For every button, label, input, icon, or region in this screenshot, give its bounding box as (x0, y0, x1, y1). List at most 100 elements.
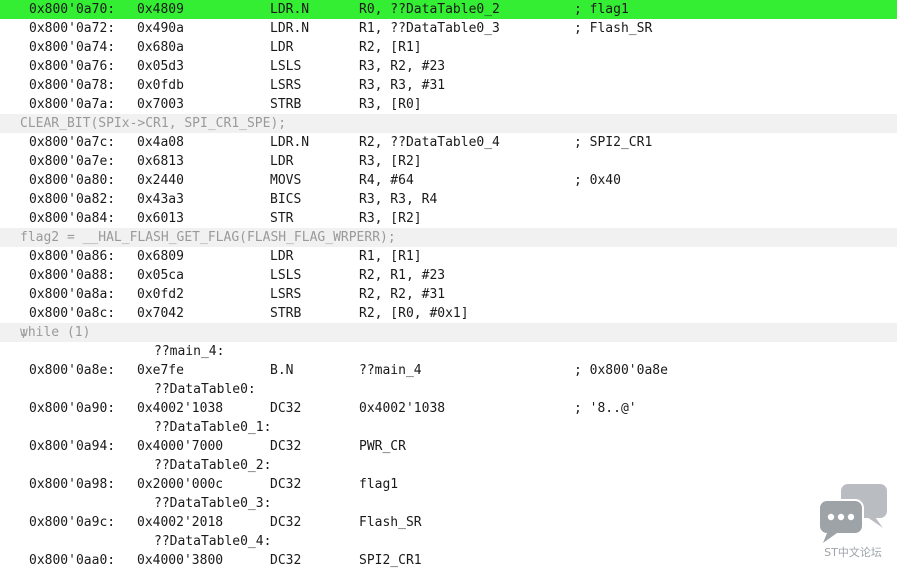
instruction-mnemonic: MOVS (270, 173, 302, 188)
watermark: ST中文论坛 (817, 484, 889, 560)
instruction-operands: ??main_4 (359, 363, 422, 378)
code-label-row[interactable]: ??main_4: (0, 342, 897, 361)
instruction-operands: R1, [R1] (359, 249, 422, 264)
source-line-row[interactable]: flag2 = __HAL_FLASH_GET_FLAG(FLASH_FLAG_… (0, 228, 897, 247)
instruction-opcode: 0x05ca (137, 268, 184, 283)
instruction-comment: ; flag1 (574, 2, 629, 17)
instruction-mnemonic: BICS (270, 192, 302, 207)
instruction-row[interactable]: 0x800'0a86: 0x6809 LDR R1, [R1] (0, 247, 897, 266)
code-label-row[interactable]: ??DataTable0_1: (0, 418, 897, 437)
instruction-operands: R1, ??DataTable0_3 (359, 21, 500, 36)
instruction-row[interactable]: 0x800'0a72: 0x490a LDR.N R1, ??DataTable0_3… (0, 19, 897, 38)
instruction-address: 0x800'0a8c: (29, 306, 116, 321)
instruction-opcode: 0x7003 (137, 97, 184, 112)
instruction-mnemonic: STRB (270, 97, 302, 112)
instruction-comment: ; SPI2_CR1 (574, 135, 653, 150)
instruction-opcode: 0x6013 (137, 211, 184, 226)
instruction-address: 0x800'0a72: (29, 21, 116, 36)
instruction-address: 0x800'0a7c: (29, 135, 116, 150)
instruction-operands: flag1 (359, 477, 399, 492)
instruction-address: 0x800'0a8e: (29, 363, 116, 378)
disassembly-listing[interactable]: 0x800'0a70: 0x4809 LDR.N R0, ??DataTable0_2… (0, 0, 897, 570)
current-instruction-row[interactable]: 0x800'0a70: 0x4809 LDR.N R0, ??DataTable0_2… (0, 0, 897, 19)
source-line-text: while (1) (20, 325, 91, 340)
instruction-opcode: 0x4000'7000 (137, 439, 224, 454)
instruction-opcode: 0x6813 (137, 154, 184, 169)
instruction-operands: 0x4002'1038 (359, 401, 446, 416)
instruction-opcode: 0x4002'1038 (137, 401, 224, 416)
instruction-mnemonic: LSRS (270, 287, 302, 302)
instruction-row[interactable]: 0x800'0a90: 0x4002'1038 DC32 0x4002'1038 ; '… (0, 399, 897, 418)
instruction-row[interactable]: 0x800'0a7a: 0x7003 STRB R3, [R0] (0, 95, 897, 114)
instruction-comment: ; 0x800'0a8e (574, 363, 668, 378)
instruction-opcode: 0x680a (137, 40, 184, 55)
instruction-address: 0x800'0a9c: (29, 515, 116, 530)
instruction-operands: SPI2_CR1 (359, 553, 422, 568)
instruction-mnemonic: LDR.N (270, 2, 310, 17)
instruction-mnemonic: LDR.N (270, 135, 310, 150)
instruction-row[interactable]: 0x800'0a8a: 0x0fd2 LSRS R2, R2, #31 (0, 285, 897, 304)
instruction-opcode: 0x0fdb (137, 78, 184, 93)
instruction-opcode: 0x7042 (137, 306, 184, 321)
instruction-row[interactable]: 0x800'0a9c: 0x4002'2018 DC32 Flash_SR (0, 513, 897, 532)
code-label: ??DataTable0_4: (154, 534, 272, 549)
instruction-row[interactable]: 0x800'0a82: 0x43a3 BICS R3, R3, R4 (0, 190, 897, 209)
instruction-operands: R2, ??DataTable0_4 (359, 135, 500, 150)
source-line-row[interactable]: CLEAR_BIT(SPIx->CR1, SPI_CR1_SPE); (0, 114, 897, 133)
instruction-address: 0x800'0a78: (29, 78, 116, 93)
instruction-opcode: 0x4000'3800 (137, 553, 224, 568)
watermark-text: ST中文论坛 (824, 546, 882, 559)
instruction-operands: PWR_CR (359, 439, 406, 454)
instruction-mnemonic: STRB (270, 306, 302, 321)
instruction-address: 0x800'0a8a: (29, 287, 116, 302)
instruction-row[interactable]: 0x800'0a74: 0x680a LDR R2, [R1] (0, 38, 897, 57)
instruction-operands: R3, [R0] (359, 97, 422, 112)
instruction-address: 0x800'0a7a: (29, 97, 116, 112)
instruction-comment: ; 0x40 (574, 173, 621, 188)
code-label: ??DataTable0_2: (154, 458, 272, 473)
instruction-row[interactable]: 0x800'0a76: 0x05d3 LSLS R3, R2, #23 (0, 57, 897, 76)
instruction-operands: R2, R2, #31 (359, 287, 446, 302)
instruction-row[interactable]: 0x800'0a78: 0x0fdb LSRS R3, R3, #31 (0, 76, 897, 95)
instruction-row[interactable]: 0x800'0a84: 0x6013 STR R3, [R2] (0, 209, 897, 228)
source-line-row[interactable]: while (1); (0, 323, 897, 342)
instruction-row[interactable]: 0x800'0a80: 0x2440 MOVS R4, #64 ; 0x40 (0, 171, 897, 190)
instruction-row[interactable]: 0x800'0a7e: 0x6813 LDR R3, [R2] (0, 152, 897, 171)
instruction-row[interactable]: 0x800'0a98: 0x2000'000c DC32 flag1 (0, 475, 897, 494)
instruction-address: 0x800'0a76: (29, 59, 116, 74)
instruction-address: 0x800'0a80: (29, 173, 116, 188)
instruction-address: 0x800'0a94: (29, 439, 116, 454)
instruction-mnemonic: DC32 (270, 515, 302, 530)
code-label-row[interactable]: ??DataTable0: (0, 380, 897, 399)
source-line-text: flag2 = __HAL_FLASH_GET_FLAG(FLASH_FLAG_… (20, 230, 396, 245)
code-label-row[interactable]: ??DataTable0_3: (0, 494, 897, 513)
instruction-row[interactable]: 0x800'0a88: 0x05ca LSLS R2, R1, #23 (0, 266, 897, 285)
instruction-address: 0x800'0a98: (29, 477, 116, 492)
instruction-mnemonic: DC32 (270, 401, 302, 416)
instruction-operands: R3, R2, #23 (359, 59, 446, 74)
code-label-row[interactable]: ??DataTable0_4: (0, 532, 897, 551)
instruction-row[interactable]: 0x800'0a7c: 0x4a08 LDR.N R2, ??DataTable0_4… (0, 133, 897, 152)
instruction-address: 0x800'0aa0: (29, 553, 116, 568)
code-label-row[interactable]: ??DataTable0_2: (0, 456, 897, 475)
instruction-opcode: 0x4002'2018 (137, 515, 224, 530)
instruction-mnemonic: LSRS (270, 78, 302, 93)
instruction-row[interactable]: 0x800'0a8c: 0x7042 STRB R2, [R0, #0x1] (0, 304, 897, 323)
instruction-comment: ; '8..@' (574, 401, 637, 416)
instruction-opcode: 0x4a08 (137, 135, 184, 150)
code-label: ??DataTable0_3: (154, 496, 272, 511)
instruction-operands: R2, [R0, #0x1] (359, 306, 469, 321)
source-line-semicolon: ; (20, 325, 28, 340)
instruction-row[interactable]: 0x800'0a8e: 0xe7fe B.N ??main_4 ; 0x800'0a8e (0, 361, 897, 380)
instruction-operands: R3, [R2] (359, 154, 422, 169)
instruction-operands: R4, #64 (359, 173, 414, 188)
instruction-row[interactable]: 0x800'0a94: 0x4000'7000 DC32 PWR_CR (0, 437, 897, 456)
instruction-mnemonic: LSLS (270, 59, 302, 74)
instruction-operands: Flash_SR (359, 515, 422, 530)
instruction-address: 0x800'0a84: (29, 211, 116, 226)
instruction-operands: R2, R1, #23 (359, 268, 446, 283)
instruction-address: 0x800'0a74: (29, 40, 116, 55)
instruction-mnemonic: LDR (270, 40, 294, 55)
instruction-row[interactable]: 0x800'0aa0: 0x4000'3800 DC32 SPI2_CR1 (0, 551, 897, 570)
instruction-mnemonic: STR (270, 211, 294, 226)
